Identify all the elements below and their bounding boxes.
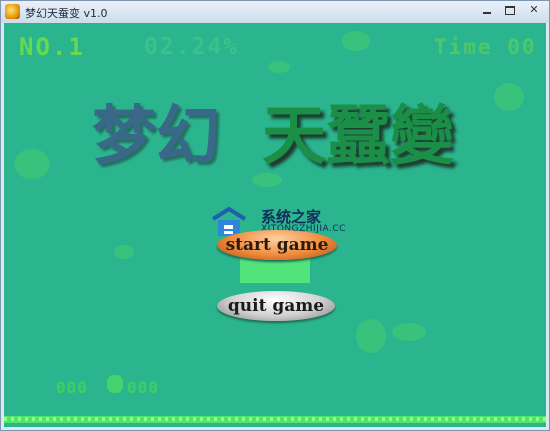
background-sprite (356, 319, 386, 353)
title-bar[interactable]: 梦幻天蚕变 v1.0 (1, 1, 549, 23)
player-life-icon (107, 375, 123, 393)
time-counter: Time 00 (434, 35, 537, 59)
start-game-button[interactable]: start game (217, 230, 337, 260)
strip-dots (4, 417, 546, 421)
background-sprite (114, 245, 134, 259)
background-sprite (14, 149, 50, 179)
window-title: 梦幻天蚕变 v1.0 (25, 7, 108, 20)
background-sprite (494, 83, 524, 111)
lives-counter-left: 000 (56, 378, 88, 397)
game-logo-part2: 天蠶變 (262, 99, 454, 174)
level-indicator: NO.1 (19, 33, 85, 61)
quit-game-button[interactable]: quit game (217, 291, 335, 321)
background-sprite (392, 323, 426, 341)
app-icon (5, 4, 20, 19)
bottom-progress-strip (4, 416, 546, 423)
game-canvas[interactable]: NO.1 02.24% Time 00 梦幻 天蠶變 系统之家 XITONGZH… (4, 23, 546, 427)
game-logo-part1: 梦幻 (92, 99, 220, 174)
maximize-button[interactable] (498, 2, 522, 18)
background-sprite (342, 31, 370, 51)
app-window: 梦幻天蚕变 v1.0 NO.1 02.24% Time 00 梦幻 天蠶變 系统… (0, 0, 550, 431)
lives-counter-right: 000 (127, 378, 159, 397)
progress-percent: 02.24% (144, 34, 240, 60)
close-button[interactable] (521, 2, 547, 18)
background-sprite (268, 61, 290, 73)
minimize-button[interactable] (475, 2, 499, 18)
